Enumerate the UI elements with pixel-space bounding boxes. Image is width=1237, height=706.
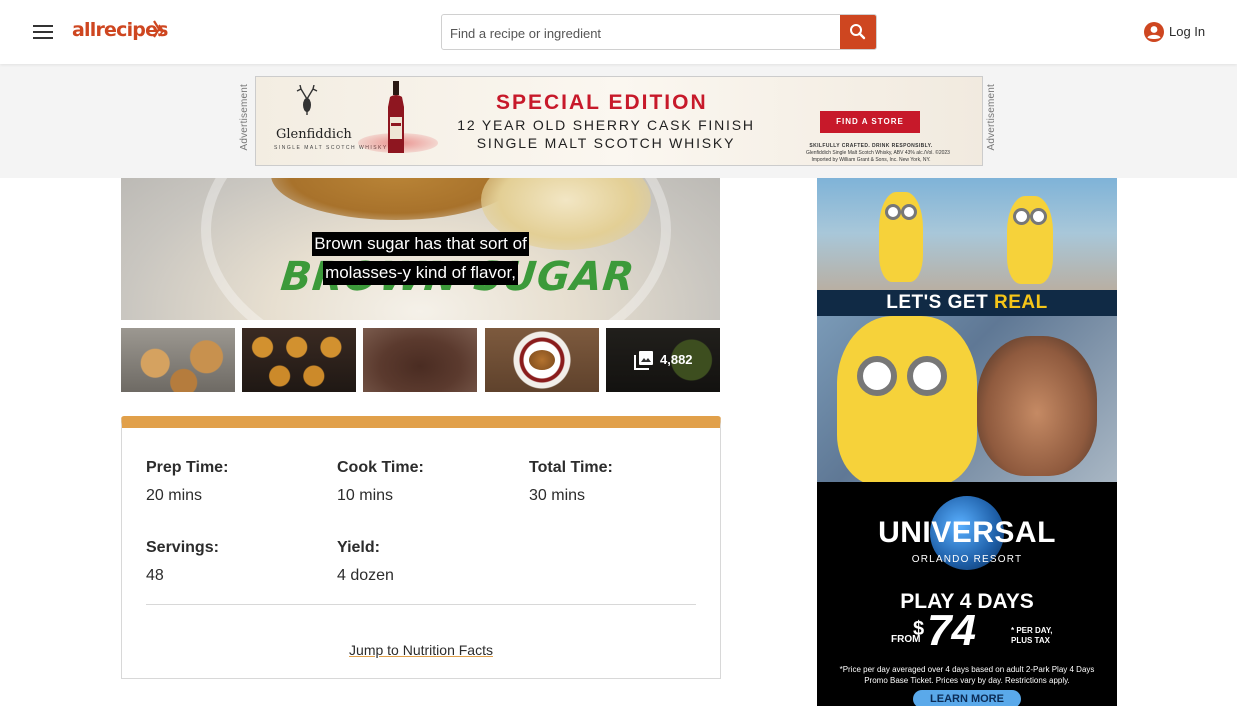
card-divider (146, 604, 696, 605)
minion-figure (1007, 196, 1053, 284)
universal-brand-sub: ORLANDO RESORT (911, 554, 1023, 565)
glenfiddich-brand: Glenfiddich (276, 127, 352, 142)
total-time-label: Total Time: (529, 459, 613, 476)
photo-gallery-icon (634, 351, 653, 370)
minions-ad-image: LET'S GET REAL (817, 178, 1117, 316)
logo-swoosh-icon (153, 20, 165, 38)
hamburger-menu-icon[interactable] (32, 22, 54, 42)
learn-more-button[interactable]: LEARN MORE (913, 690, 1021, 706)
universal-offer-panel: UNIVERSAL ORLANDO RESORT PLAY 4 DAYS FRO… (817, 482, 1117, 706)
video-caption-text: molasses-y kind of flavor, (323, 261, 518, 285)
search-input[interactable] (442, 15, 842, 49)
prep-time: Prep Time: 20 mins (146, 458, 228, 506)
ad-line-1: 12 YEAR OLD SHERRY CASK FINISH (457, 117, 755, 133)
search-button[interactable] (840, 15, 876, 49)
total-time: Total Time: 30 mins (529, 458, 613, 506)
video-caption-line: molasses-y kind of flavor, (121, 261, 720, 285)
goggle (885, 204, 901, 220)
find-a-store-button[interactable]: FIND A STORE (820, 111, 920, 133)
minion-figure (837, 316, 977, 486)
price-per-day: * PER DAY, PLUS TAX (1011, 626, 1053, 646)
yield-label: Yield: (337, 539, 380, 556)
slogan-highlight: REAL (993, 292, 1048, 313)
search-icon (850, 24, 866, 40)
servings-value: 48 (146, 567, 164, 584)
goggle (1013, 208, 1030, 225)
universal-brand: UNIVERSAL (878, 516, 1056, 549)
price-row: FROM $ 74 * PER DAY, PLUS TAX (817, 606, 1117, 660)
advertisement-label: Advertisement (239, 84, 250, 151)
stag-logo-icon (296, 85, 318, 115)
ad-line-2: SINGLE MALT SCOTCH WHISKY (476, 135, 736, 151)
goggle (857, 356, 897, 396)
price-amount: 74 (927, 606, 976, 655)
lets-get-real-strip: LET'S GET REAL (817, 290, 1117, 316)
cook-time: Cook Time: 10 mins (337, 458, 424, 506)
site-header: allrecipes Log In (0, 0, 1237, 64)
recipe-details-card: Prep Time: 20 mins Cook Time: 10 mins To… (121, 416, 721, 679)
total-time-value: 30 mins (529, 487, 586, 504)
servings-label: Servings: (146, 539, 219, 556)
yield: Yield: 4 dozen (337, 538, 394, 586)
recipe-photo-thumbnail[interactable] (485, 328, 599, 392)
photo-gallery-button[interactable]: 4,882 (606, 328, 720, 392)
minion-selfie-image (817, 316, 1117, 486)
video-caption-line: Brown sugar has that sort of (121, 232, 720, 256)
per-day-line: * PER DAY, (1011, 626, 1053, 635)
recipe-photo-thumbnail[interactable] (363, 328, 477, 392)
jump-to-nutrition-link[interactable]: Jump to Nutrition Facts (349, 642, 493, 658)
goggle (1030, 208, 1047, 225)
video-caption-text: Brown sugar has that sort of (312, 232, 529, 256)
cook-time-value: 10 mins (337, 487, 394, 504)
cook-time-label: Cook Time: (337, 459, 424, 476)
per-day-line: PLUS TAX (1011, 636, 1050, 645)
advertisement-label: Advertisement (986, 84, 997, 151)
ad-headline: SPECIAL EDITION (496, 91, 708, 114)
whisky-bottle-image (388, 81, 404, 153)
goggle (907, 356, 947, 396)
recipe-photo-thumbnail[interactable] (242, 328, 356, 392)
ad-fine-print: Imported by William Grant & Sons, Inc. N… (811, 157, 931, 163)
prep-time-value: 20 mins (146, 487, 203, 504)
search-box (441, 14, 877, 50)
yield-value: 4 dozen (337, 567, 394, 584)
photo-count: 4,882 (660, 352, 693, 367)
minion-figure (879, 192, 923, 282)
login-link[interactable]: Log In (1143, 21, 1205, 43)
offer-fine-print: *Price per day averaged over 4 days base… (839, 665, 1095, 685)
jump-link-row: Jump to Nutrition Facts (122, 642, 720, 660)
glenfiddich-ad-banner[interactable]: Glenfiddich SINGLE MALT SCOTCH WHISKY SP… (255, 76, 983, 166)
recipe-photo-thumbnail[interactable] (121, 328, 235, 392)
ad-fine-print: SKILFULLY CRAFTED. DRINK RESPONSIBLY. (809, 143, 933, 149)
goggle (901, 204, 917, 220)
servings: Servings: 48 (146, 538, 219, 586)
universal-side-ad[interactable]: LET'S GET REAL UNIVERSAL ORLANDO RESORT … (817, 178, 1117, 706)
price-currency: $ (913, 618, 925, 640)
ad-fine-print: Glenfiddich Single Malt Scotch Whisky, A… (806, 150, 950, 156)
person-face (977, 336, 1097, 476)
login-label: Log In (1169, 24, 1206, 39)
user-account-icon (1144, 22, 1164, 42)
prep-time-label: Prep Time: (146, 459, 229, 476)
slogan-prefix: LET'S GET (886, 292, 994, 313)
top-ad-band: Advertisement Advertisement Glenfiddich … (0, 64, 1237, 178)
